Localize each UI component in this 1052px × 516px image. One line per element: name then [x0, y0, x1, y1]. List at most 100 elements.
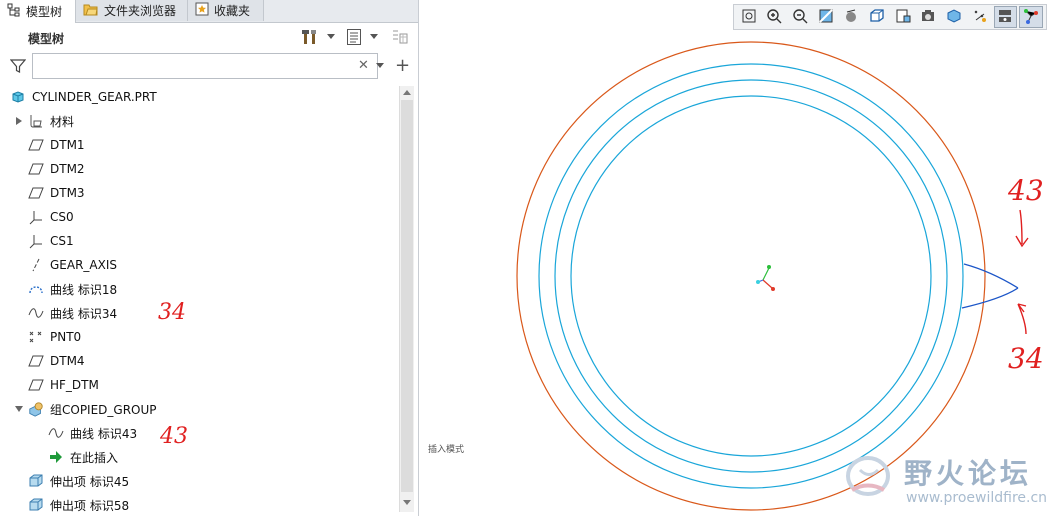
- sketch-curve-icon: [28, 305, 44, 321]
- perspective-icon: [920, 8, 936, 27]
- tree-item-cs1[interactable]: CS1: [28, 230, 74, 252]
- datum-display-button[interactable]: [968, 6, 992, 28]
- model-tree-panel: 模型树 文件夹浏览器 收藏夹 模型树 ✕ + CYLINDER_GEAR.PRT…: [0, 0, 419, 516]
- tree-item-cylinder-gear[interactable]: CYLINDER_GEAR.PRT: [10, 86, 157, 108]
- tree-item-label: 伸出项 标识45: [50, 474, 130, 489]
- annotation-43-label: 43: [1007, 174, 1044, 207]
- scroll-thumb[interactable]: [401, 100, 413, 492]
- watermark-logo-icon: [846, 456, 890, 496]
- favorites-icon: [195, 2, 209, 19]
- repaint-icon: [818, 8, 834, 27]
- tree-columns-icon: [391, 28, 409, 49]
- tree-item-curve-43[interactable]: 曲线 标识43: [48, 422, 137, 444]
- tree-item-copied-group[interactable]: 组COPIED_GROUP: [28, 398, 157, 420]
- zoom-out-icon: [792, 8, 808, 27]
- curve-icon: [28, 281, 44, 297]
- tree-item-label: 曲线 标识18: [50, 282, 118, 297]
- tree-item-label: 曲线 标识43: [70, 426, 138, 441]
- tree-item-label: PNT0: [50, 330, 82, 344]
- tree-item-label: CS1: [50, 234, 74, 248]
- tree-item-dtm3[interactable]: DTM3: [28, 182, 85, 204]
- tree-item-dtm2[interactable]: DTM2: [28, 158, 85, 180]
- mode-label: 插入模式: [428, 445, 465, 455]
- filter-icon[interactable]: [9, 58, 27, 77]
- refit-button[interactable]: [737, 6, 761, 28]
- tree-item-insert-here[interactable]: 在此插入: [48, 446, 118, 468]
- view-toolbar: [733, 4, 1047, 30]
- tab-label: 文件夹浏览器: [104, 4, 177, 18]
- tree-item-dtm4[interactable]: DTM4: [28, 350, 85, 372]
- chevron-down-icon[interactable]: [376, 63, 384, 68]
- tooth-curve-34: [961, 287, 1019, 309]
- model-display-button[interactable]: [993, 6, 1018, 28]
- group-icon: [28, 401, 44, 417]
- view-manager-button[interactable]: [891, 6, 915, 28]
- scroll-down-icon[interactable]: [403, 500, 411, 505]
- tree-scrollbar[interactable]: [399, 86, 414, 512]
- tree-filter-toggle-button[interactable]: [388, 27, 412, 49]
- show-options-button[interactable]: [342, 27, 366, 49]
- list-settings-icon: [346, 28, 362, 49]
- annotation-display-icon: [946, 8, 962, 27]
- extrude-icon: [28, 497, 44, 512]
- watermark-url: www.proewildfire.cn: [906, 490, 1048, 506]
- model-tree-icon: [7, 3, 21, 20]
- part-icon: [10, 89, 26, 105]
- tree-item-label: DTM3: [50, 186, 85, 200]
- display-style-icon: [843, 8, 859, 27]
- csys-triad: [756, 265, 775, 291]
- tree-item-extrude-58[interactable]: 伸出项 标识58: [28, 494, 129, 512]
- panel-tab-bar: 模型树 文件夹浏览器 收藏夹: [0, 0, 418, 23]
- scroll-up-icon[interactable]: [403, 90, 411, 95]
- tree-settings-button[interactable]: [298, 27, 322, 49]
- chevron-down-icon[interactable]: [370, 34, 378, 39]
- tree-item-cs0[interactable]: CS0: [28, 206, 74, 228]
- model-view-canvas[interactable]: 43 34: [420, 0, 1052, 516]
- expand-icon[interactable]: [14, 116, 24, 126]
- tree-item-material[interactable]: 材料: [28, 110, 74, 132]
- collapse-icon[interactable]: [14, 404, 24, 414]
- repaint-button[interactable]: [814, 6, 838, 28]
- tab-model-tree[interactable]: 模型树: [0, 0, 76, 23]
- display-style-button[interactable]: [840, 6, 864, 28]
- tree-item-label: DTM4: [50, 354, 85, 368]
- model-tree: CYLINDER_GEAR.PRT 材料 DTM1 DTM2 DTM3 CS0 …: [8, 86, 398, 512]
- coordinate-system-icon: [28, 209, 44, 225]
- clear-icon[interactable]: ✕: [358, 58, 369, 73]
- datum-plane-icon: [28, 377, 44, 393]
- search-input[interactable]: [32, 53, 378, 79]
- outer-circle: [516, 41, 986, 511]
- view-manager-icon: [895, 8, 911, 27]
- tree-item-curve-18[interactable]: 曲线 标识18: [28, 278, 117, 300]
- annotation-43: 43: [160, 424, 188, 449]
- tree-item-curve-34[interactable]: 曲线 标识34: [28, 302, 117, 324]
- search-row: ✕ +: [8, 53, 412, 81]
- perspective-button[interactable]: [917, 6, 941, 28]
- tree-item-hf-dtm[interactable]: HF_DTM: [28, 374, 99, 396]
- annotation-arrow-down: [1015, 209, 1029, 248]
- saved-view-icon: [869, 8, 885, 27]
- refit-icon: [741, 8, 757, 27]
- sketch-view-button[interactable]: [1019, 6, 1043, 28]
- chevron-down-icon[interactable]: [327, 34, 335, 39]
- tab-label: 收藏夹: [214, 4, 251, 18]
- tree-item-extrude-45[interactable]: 伸出项 标识45: [28, 470, 129, 492]
- material-icon: [28, 113, 44, 129]
- watermark: 野火论坛 www.proewildfire.cn: [842, 448, 1052, 516]
- zoom-out-button[interactable]: [788, 6, 812, 28]
- tree-item-pnt0[interactable]: PNT0: [28, 326, 81, 348]
- zoom-in-button[interactable]: [763, 6, 787, 28]
- tools-icon: [301, 28, 319, 49]
- graphics-window[interactable]: 43 34: [420, 0, 1052, 516]
- tab-folder-browser[interactable]: 文件夹浏览器: [76, 0, 188, 21]
- annotation-display-button[interactable]: [942, 6, 966, 28]
- folder-browser-icon: [83, 2, 99, 19]
- datum-plane-icon: [28, 353, 44, 369]
- tree-item-dtm1[interactable]: DTM1: [28, 134, 85, 156]
- tree-item-gear-axis[interactable]: GEAR_AXIS: [28, 254, 117, 276]
- tab-favorites[interactable]: 收藏夹: [188, 0, 264, 21]
- annotation-34: 34: [158, 300, 186, 325]
- add-icon[interactable]: +: [395, 55, 410, 76]
- tooth-curve-43: [963, 263, 1019, 289]
- saved-views-button[interactable]: [865, 6, 889, 28]
